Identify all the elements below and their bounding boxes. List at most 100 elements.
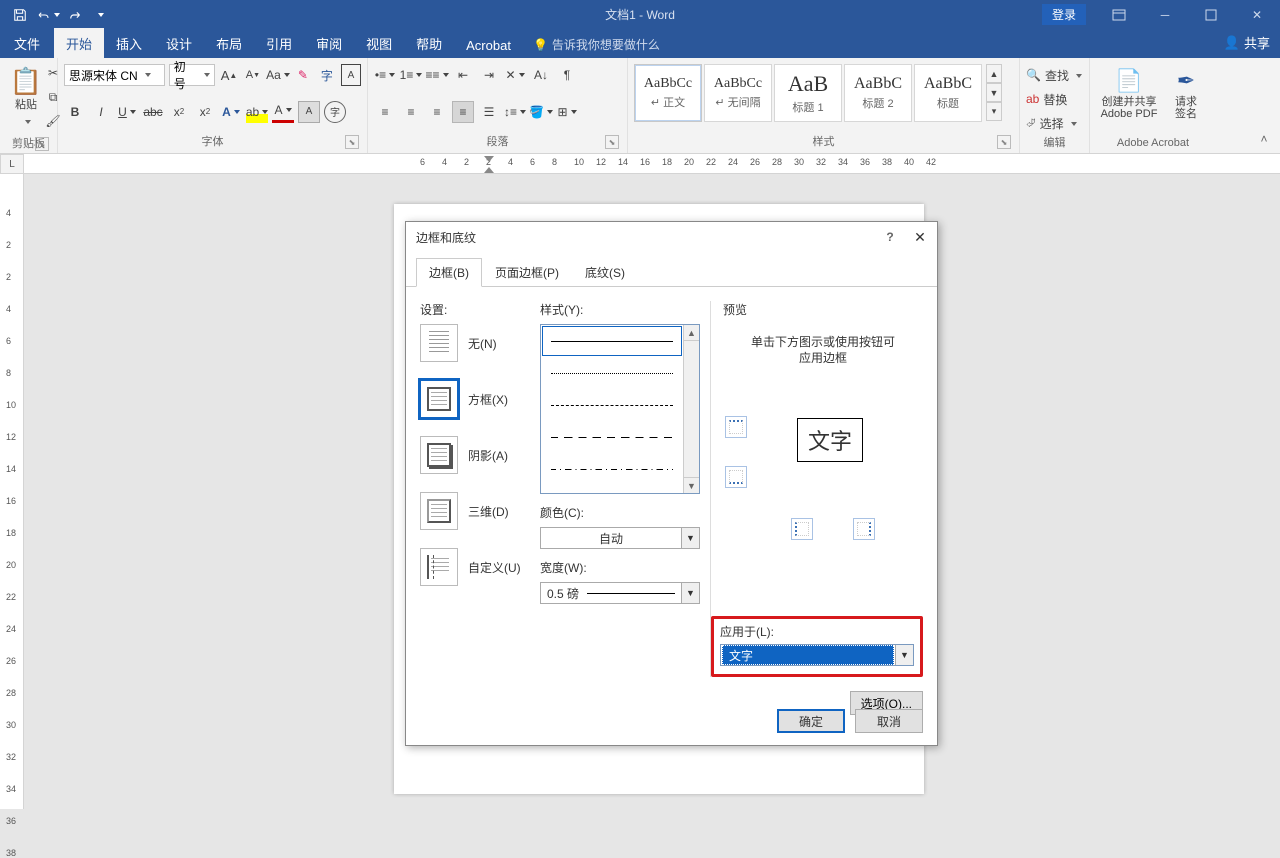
dialog-tab-page-border[interactable]: 页面边框(P) [482,258,572,286]
underline-button[interactable]: U [116,101,138,123]
font-color-button[interactable]: A [272,101,294,123]
font-dialog-launcher[interactable]: ⬊ [345,135,359,149]
styles-dialog-launcher[interactable]: ⬊ [997,135,1011,149]
dialog-tab-borders[interactable]: 边框(B) [416,258,482,287]
undo-button[interactable] [36,4,60,26]
align-right-button[interactable]: ≡ [426,101,448,123]
increase-indent-button[interactable]: ⇥ [478,64,500,86]
replace-button[interactable]: ab替换 [1026,88,1083,110]
tab-help[interactable]: 帮助 [404,28,454,58]
share-button[interactable]: 👤 共享 [1224,33,1270,52]
tab-selector[interactable]: L [0,154,24,174]
select-button[interactable]: ⮰选择 [1026,112,1083,134]
tell-me-search[interactable]: 💡 告诉我你想要做什么 [523,31,670,58]
dialog-help-button[interactable]: ? [881,228,899,246]
clipboard-dialog-launcher[interactable]: ⬊ [35,137,49,151]
superscript-button[interactable]: x2 [194,101,216,123]
tab-insert[interactable]: 插入 [104,28,154,58]
subscript-button[interactable]: x2 [168,101,190,123]
minimize-button[interactable]: ─ [1142,0,1188,29]
phonetic-guide-button[interactable]: 字 [317,64,337,86]
tab-start[interactable]: 开始 [54,28,104,58]
setting-3d[interactable]: 三维(D) [420,492,530,530]
paste-button[interactable]: 📋 粘贴 [6,62,46,135]
align-distribute-button[interactable]: ☰ [478,101,500,123]
setting-none[interactable]: 无(N) [420,324,530,362]
width-dropdown[interactable]: 0.5 磅▼ [540,582,700,604]
style-heading2[interactable]: AaBbC标题 2 [844,64,912,122]
border-top-toggle[interactable] [725,416,747,438]
horizontal-ruler[interactable]: 6422468101214161820222426283032343638404… [24,154,1280,174]
border-left-toggle[interactable] [791,518,813,540]
strikethrough-button[interactable]: abc [142,101,164,123]
tab-view[interactable]: 视图 [354,28,404,58]
asian-layout-button[interactable]: ✕ [504,64,526,86]
style-line-dashed-short[interactable] [541,389,683,421]
setting-custom[interactable]: 自定义(U) [420,548,530,586]
char-border-button[interactable]: 字 [324,101,346,123]
redo-button[interactable] [64,4,88,26]
apply-to-dropdown[interactable]: 文字 ▼ [720,644,914,666]
highlight-button[interactable]: ab [246,101,268,123]
setting-shadow[interactable]: 阴影(A) [420,436,530,474]
tab-file[interactable]: 文件 [0,28,54,58]
styles-scroll-up[interactable]: ▲ [986,64,1002,83]
italic-button[interactable]: I [90,101,112,123]
change-case-button[interactable]: Aa [267,64,289,86]
qat-customize-dropdown[interactable] [92,4,106,26]
paragraph-dialog-launcher[interactable]: ⬊ [605,135,619,149]
ribbon-display-options-icon[interactable] [1096,0,1142,29]
shading-button[interactable]: 🪣 [530,101,552,123]
styles-scroll-down[interactable]: ▼ [986,83,1002,102]
color-dropdown[interactable]: 自动▼ [540,527,700,549]
font-name-dropdown[interactable]: 思源宋体 CN [64,64,165,86]
create-pdf-button[interactable]: 📄 创建并共享Adobe PDF [1096,64,1162,124]
cancel-button[interactable]: 取消 [855,709,923,733]
align-justify-button[interactable]: ≡ [452,101,474,123]
border-right-toggle[interactable] [853,518,875,540]
tab-acrobat[interactable]: Acrobat [454,32,523,58]
align-left-button[interactable]: ≡ [374,101,396,123]
save-icon[interactable] [8,4,32,26]
style-scrollbar[interactable]: ▲▼ [683,325,699,493]
dialog-tab-shading[interactable]: 底纹(S) [572,258,638,286]
collapse-ribbon-button[interactable]: ˄ [1254,129,1274,149]
tab-references[interactable]: 引用 [254,28,304,58]
style-nospacing[interactable]: AaBbCc↵ 无间隔 [704,64,772,122]
dialog-close-button[interactable]: ✕ [909,226,931,248]
border-bottom-toggle[interactable] [725,466,747,488]
style-line-dotted[interactable] [541,357,683,389]
clear-format-button[interactable]: ✎ [293,64,313,86]
find-button[interactable]: 🔍查找 [1026,64,1088,86]
tab-layout[interactable]: 布局 [204,28,254,58]
font-size-dropdown[interactable]: 初号 [169,64,215,86]
vertical-ruler[interactable]: 422468101214161820222426283032343638 [0,174,24,809]
line-spacing-button[interactable]: ↕≡ [504,101,526,123]
bold-button[interactable]: B [64,101,86,123]
sort-button[interactable]: A↓ [530,64,552,86]
login-button[interactable]: 登录 [1042,4,1086,25]
styles-more-button[interactable]: ▾ [986,102,1002,121]
numbering-button[interactable]: 1≡ [400,64,422,86]
decrease-indent-button[interactable]: ⇤ [452,64,474,86]
enclose-characters-button[interactable]: A [341,64,361,86]
style-line-solid[interactable] [541,325,683,357]
shrink-font-button[interactable]: A▼ [243,64,263,86]
multilevel-list-button[interactable]: ≡≡ [426,64,448,86]
ok-button[interactable]: 确定 [777,709,845,733]
request-sign-button[interactable]: ✒ 请求签名 [1166,64,1206,124]
dialog-titlebar[interactable]: 边框和底纹 ? ✕ [406,222,937,252]
grow-font-button[interactable]: A▲ [219,64,239,86]
style-normal[interactable]: AaBbCc↵ 正文 [634,64,702,122]
setting-box[interactable]: 方框(X) [420,380,530,418]
align-center-button[interactable]: ≡ [400,101,422,123]
line-style-listbox[interactable]: ▲▼ [540,324,700,494]
style-title[interactable]: AaBbC标题 [914,64,982,122]
bullets-button[interactable]: •≡ [374,64,396,86]
maximize-button[interactable] [1188,0,1234,29]
char-shading-button[interactable]: A [298,101,320,123]
show-marks-button[interactable]: ¶ [556,64,578,86]
style-line-dashed-long[interactable] [541,421,683,453]
tab-design[interactable]: 设计 [154,28,204,58]
tab-review[interactable]: 审阅 [304,28,354,58]
